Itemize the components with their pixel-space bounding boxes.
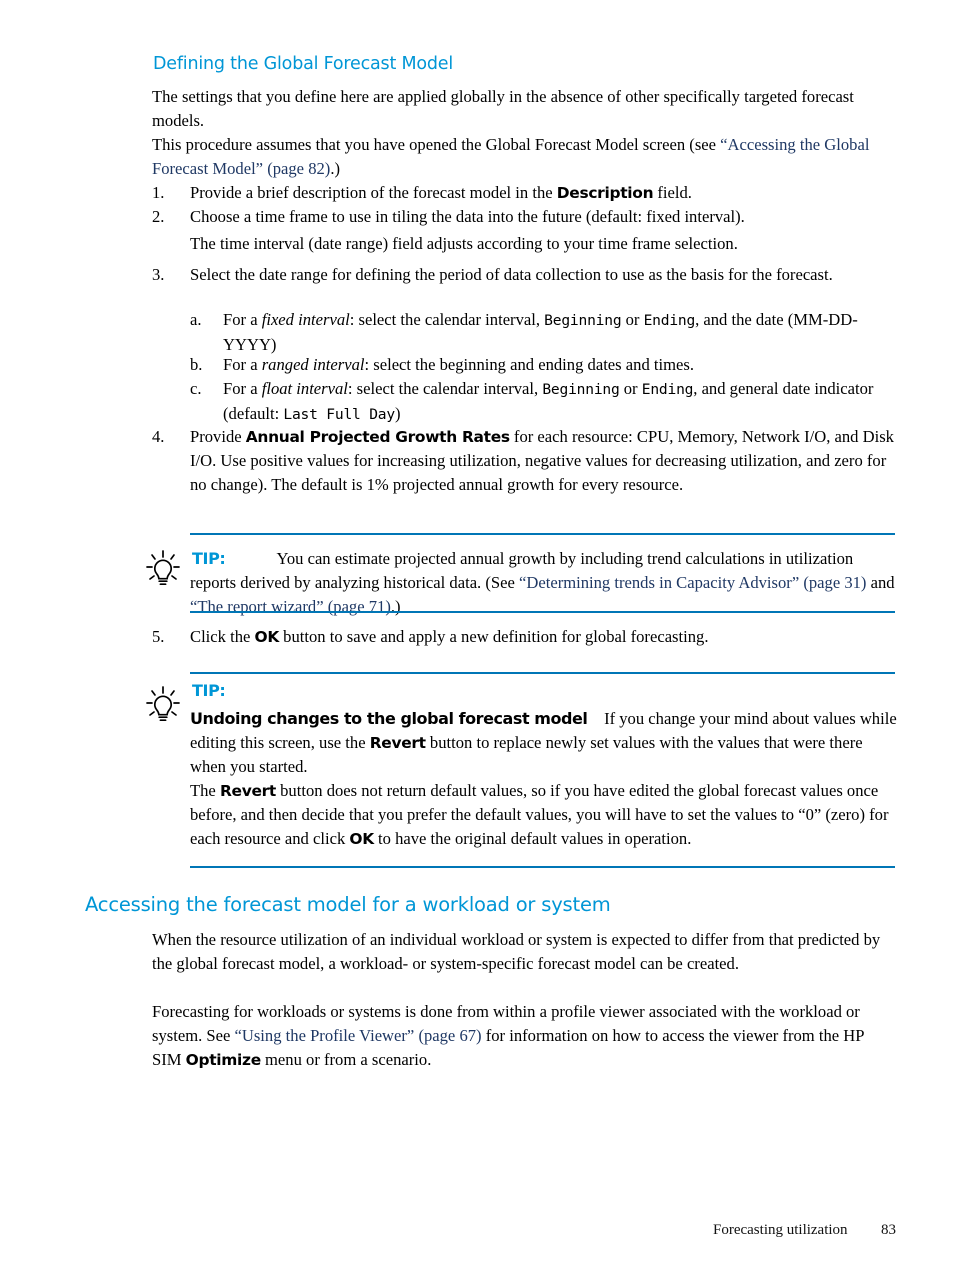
substep-text: For a ranged interval: select the beginn… (223, 355, 694, 374)
paragraph-intro-2-post: .) (330, 159, 341, 178)
footer-page-number: 83 (881, 1222, 896, 1238)
tip-bold-ok: OK (349, 830, 374, 848)
paragraph-intro-1: The settings that you define here are ap… (152, 87, 854, 130)
link-determining-trends[interactable]: “Determining trends in Capacity Advisor”… (519, 573, 866, 592)
tip-rule-bottom (190, 611, 895, 613)
substep-text: For a float interval: select the calenda… (223, 379, 874, 423)
tip-body-1: TIP:You can estimate projected annual gr… (190, 549, 895, 616)
list-item-substep-b: b. For a ranged interval: select the beg… (190, 353, 897, 377)
tip-bold-revert: Revert (369, 734, 426, 752)
tip-label-2: TIP: (192, 681, 226, 700)
list-item-substep-c: c. For a float interval: select the cale… (190, 377, 897, 427)
code-ending: Ending (641, 381, 694, 398)
step-2-note: The time interval (date range) field adj… (190, 234, 738, 253)
step-bold-description: Description (556, 184, 654, 202)
step-text: Select the date range for defining the p… (190, 265, 833, 284)
document-page: Defining the Global Forecast Model The s… (0, 0, 954, 1271)
substep-italic-interval: fixed interval (261, 310, 350, 329)
code-beginning: Beginning (544, 312, 622, 329)
list-item-substep-a: a. For a fixed interval: select the cale… (190, 308, 897, 357)
step-marker: 2. (152, 207, 165, 226)
tip-body-2-para-1: Undoing changes to the global forecast m… (190, 709, 897, 776)
step-text-pre: Provide a brief description of the forec… (190, 183, 557, 202)
bold-optimize: Optimize (185, 1051, 262, 1069)
step-marker: 4. (152, 427, 165, 446)
tip-rule-top (190, 533, 895, 535)
footer-section-title: Forecasting utilization (713, 1222, 848, 1238)
paragraph-intro-2-pre: This procedure assumes that you have ope… (152, 135, 721, 154)
step-text: Click the OK button to save and apply a … (190, 627, 709, 646)
tip-bold-lead: Undoing changes to the global forecast m… (190, 709, 588, 728)
section-heading-defining: Defining the Global Forecast Model (153, 54, 454, 74)
paragraph-accessing-1: When the resource utilization of an indi… (152, 930, 881, 973)
step-marker: 5. (152, 627, 165, 646)
code-ending: Ending (643, 312, 696, 329)
step-marker: 3. (152, 265, 165, 284)
step-bold-growth-rates: Annual Projected Growth Rates (245, 428, 510, 446)
step-text: Provide a brief description of the forec… (190, 181, 897, 205)
paragraph-accessing-2: Forecasting for workloads or systems is … (152, 1002, 864, 1069)
tip-bold-revert-2: Revert (219, 782, 276, 800)
tip-body-2-para-2: The Revert button does not return defaul… (190, 781, 889, 848)
substep-text: For a fixed interval: select the calenda… (223, 310, 858, 354)
list-item-step-4: 4. Provide Annual Projected Growth Rates… (152, 425, 897, 497)
list-item-step-2: 2. Choose a time frame to use in tiling … (152, 205, 897, 229)
section-heading-accessing: Accessing the forecast model for a workl… (85, 893, 611, 916)
lightbulb-icon (143, 548, 183, 590)
paragraph-intro-2: This procedure assumes that you have ope… (152, 133, 897, 181)
code-last-full-day: Last Full Day (283, 406, 395, 423)
list-item-step-5: 5. Click the OK button to save and apply… (152, 625, 897, 649)
substep-marker: a. (190, 310, 202, 329)
list-item-step-1: 1. Provide a brief description of the fo… (152, 181, 897, 205)
list-item-step-3: 3. Select the date range for defining th… (152, 263, 897, 287)
substep-marker: b. (190, 355, 203, 374)
step-text: Choose a time frame to use in tiling the… (190, 207, 745, 226)
substep-marker: c. (190, 379, 202, 398)
link-report-wizard[interactable]: “The report wizard” (page 71) (190, 597, 391, 616)
step-bold-ok: OK (254, 628, 280, 646)
substep-italic-interval: float interval (261, 379, 348, 398)
link-using-profile-viewer[interactable]: “Using the Profile Viewer” (page 67) (235, 1026, 482, 1045)
lightbulb-icon (143, 684, 183, 726)
tip2-rule-bottom (190, 866, 895, 868)
code-beginning: Beginning (542, 381, 620, 398)
step-marker: 1. (152, 183, 165, 202)
step-text: Provide Annual Projected Growth Rates fo… (190, 427, 894, 494)
tip2-rule-top (190, 672, 895, 674)
substep-italic-interval: ranged interval (261, 355, 365, 374)
step-text-post: field. (653, 183, 692, 202)
